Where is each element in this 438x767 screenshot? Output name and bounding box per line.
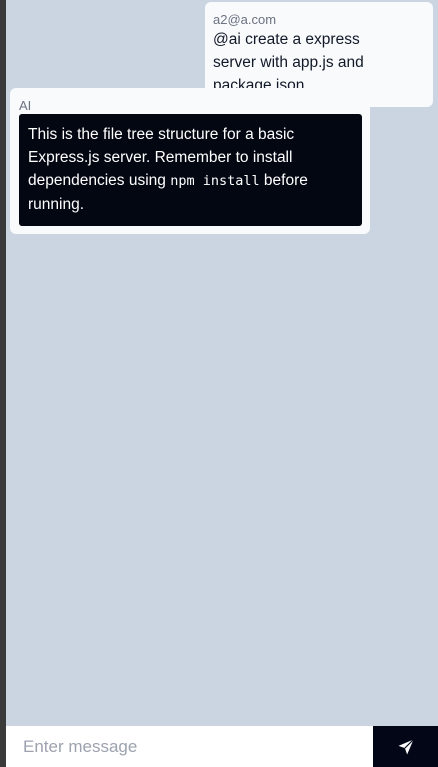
ai-response-bubble: This is the file tree structure for a ba…: [19, 114, 362, 226]
send-button[interactable]: [373, 726, 438, 767]
message-composer: [6, 726, 438, 767]
chat-app: a2@a.com @ai create a express server wit…: [6, 0, 438, 767]
inline-code: npm install: [170, 173, 260, 189]
message-sender: a2@a.com: [213, 12, 277, 27]
message-text: @ai create a express server with app.js …: [213, 31, 364, 94]
ai-message: AI This is the file tree structure for a…: [10, 88, 370, 234]
message-sender: AI: [19, 98, 32, 113]
message-input[interactable]: [6, 726, 373, 767]
message-list: a2@a.com @ai create a express server wit…: [6, 0, 438, 726]
send-icon: [397, 738, 415, 756]
